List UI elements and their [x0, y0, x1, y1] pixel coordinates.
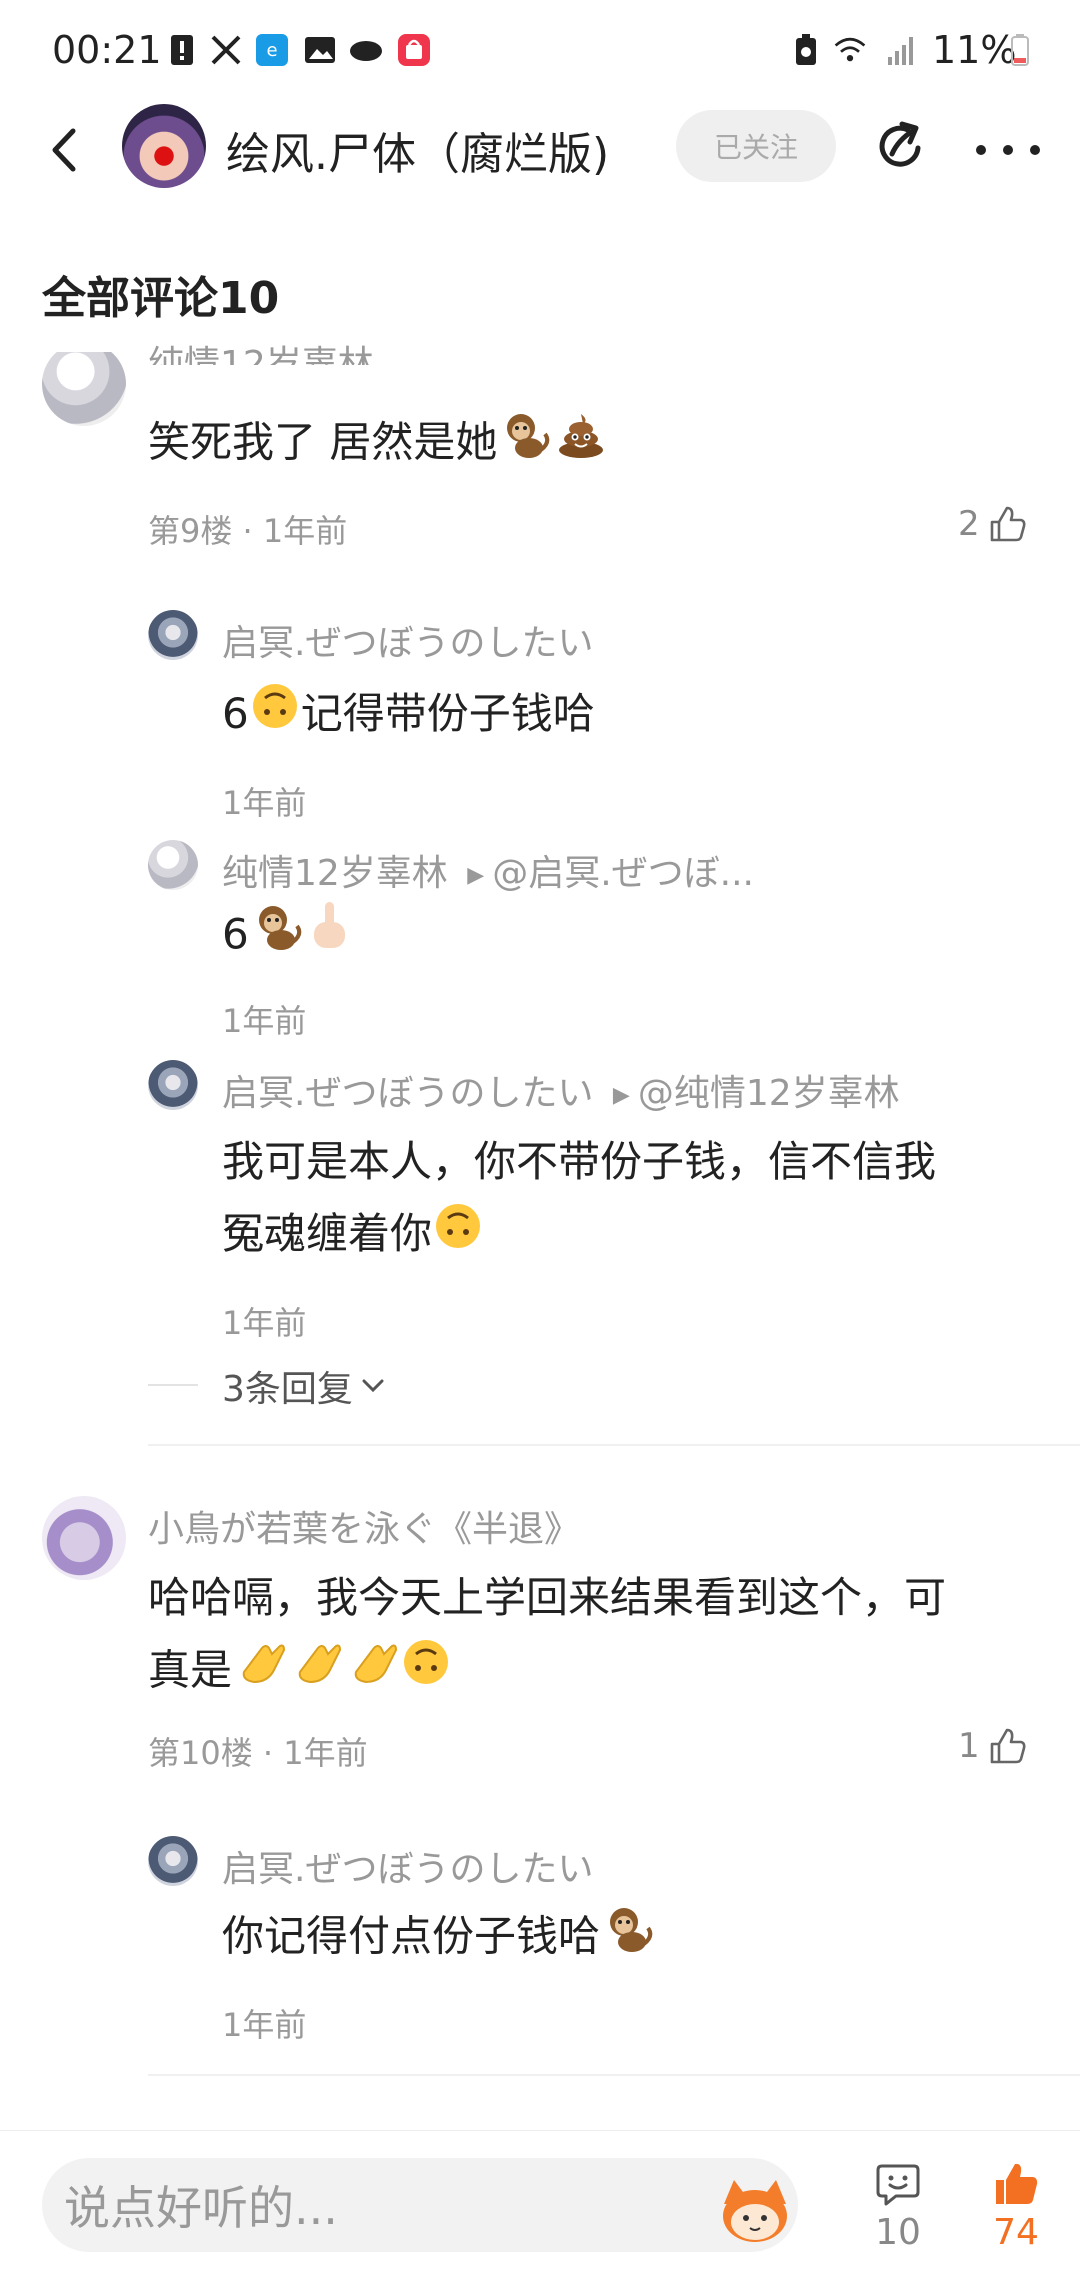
reply-content-line2: 冤魂缠着你	[222, 1198, 484, 1274]
battery-icon	[1008, 32, 1032, 68]
alert-icon	[164, 32, 200, 68]
comment-divider	[148, 1444, 1080, 1446]
share-icon	[879, 121, 921, 167]
reply-time: 1年前	[222, 1304, 307, 1342]
reply-text: 记得带份子钱哈	[300, 689, 595, 738]
dot-icon	[976, 145, 986, 155]
app-notification-icon: e	[254, 32, 290, 68]
comment-meta: 第10楼 · 1年前	[148, 1734, 368, 1772]
reply-author[interactable]: 启冥.ぜつぼうのしたい	[222, 1840, 593, 1892]
like-post-button[interactable]: 74	[980, 2160, 1052, 2268]
thumbs-up-icon	[990, 506, 1026, 542]
back-button[interactable]	[36, 118, 92, 182]
reply-avatar[interactable]	[148, 840, 198, 890]
chevron-down-icon	[362, 1379, 384, 1393]
shopping-bag-icon	[396, 32, 432, 68]
more-replies-label: 3条回复	[222, 1369, 353, 1410]
svg-text:e: e	[266, 40, 277, 61]
dot-icon	[1003, 145, 1013, 155]
reply-text: 6	[222, 909, 249, 959]
reply-author-line: 启冥.ぜつぼうのしたい ▶ @纯情12岁辜林	[222, 1064, 900, 1116]
comment-text: 笑死我了 居然是她	[148, 417, 498, 467]
author-avatar[interactable]	[122, 104, 206, 188]
more-options-button[interactable]	[976, 130, 1040, 170]
more-replies-button[interactable]: 3条回复	[222, 1360, 385, 1412]
reply-author[interactable]: 纯情12岁辜林	[222, 853, 448, 894]
comment-content-line2: 真是	[148, 1634, 452, 1712]
reply-content: 6 记得带份子钱哈	[222, 678, 595, 754]
monkey-emoji-icon	[600, 1900, 656, 1978]
reply-time: 1年前	[222, 784, 307, 822]
thumbs-up-icon	[990, 1728, 1026, 1764]
comments-button[interactable]: 10	[862, 2160, 934, 2268]
comment-content: 笑死我了 居然是她	[148, 406, 609, 484]
call-me-hand-emoji-icon	[344, 1634, 400, 1712]
comment-input[interactable]: 说点好听的...	[42, 2158, 798, 2252]
like-count: 74	[993, 2212, 1039, 2253]
middle-finger-emoji-icon	[305, 898, 353, 976]
call-me-hand-emoji-icon	[288, 1634, 344, 1712]
like-count: 2	[958, 504, 980, 544]
poop-emoji-icon	[553, 406, 609, 484]
battery-saver-icon	[788, 32, 824, 68]
like-count: 1	[958, 1726, 980, 1766]
comment-bubble-icon	[876, 2164, 920, 2206]
reply-arrow-icon: ▶	[467, 862, 485, 888]
wifi-icon	[832, 32, 868, 68]
back-arrow-icon	[52, 128, 76, 172]
signal-icon	[884, 32, 920, 68]
comment-divider	[148, 2074, 1080, 2076]
thumbs-up-filled-icon	[996, 2163, 1038, 2204]
comments-section-title: 全部评论10	[42, 273, 280, 324]
comment-text: 真是	[148, 1645, 233, 1695]
reply-avatar[interactable]	[148, 610, 198, 660]
monkey-emoji-icon	[249, 898, 305, 976]
comment-meta: 第9楼 · 1年前	[148, 512, 348, 550]
reply-mention[interactable]: @纯情12岁辜林	[638, 1073, 900, 1114]
dot-icon	[1030, 145, 1040, 155]
like-button[interactable]: 1	[958, 1726, 1028, 1766]
tools-icon	[208, 32, 244, 68]
commenter-avatar[interactable]	[42, 1496, 126, 1580]
reply-content-line1: 我可是本人，你不带份子钱，信不信我	[222, 1137, 937, 1186]
reply-avatar[interactable]	[148, 1836, 198, 1886]
comment-author[interactable]: 小鳥が若葉を泳ぐ《半退》	[148, 1500, 580, 1552]
upside-down-face-emoji-icon	[249, 680, 301, 754]
like-button[interactable]: 2	[958, 504, 1028, 544]
reply-content: 6	[222, 898, 353, 976]
gallery-icon	[302, 32, 338, 68]
comment-count: 10	[875, 2212, 921, 2253]
reply-avatar[interactable]	[148, 1060, 198, 1110]
reply-content: 你记得付点份子钱哈	[222, 1900, 656, 1978]
share-button[interactable]	[872, 118, 930, 176]
reply-time: 1年前	[222, 1002, 307, 1040]
divider	[148, 1384, 198, 1386]
reply-arrow-icon: ▶	[612, 1082, 630, 1108]
cloud-icon	[348, 32, 384, 68]
follow-button[interactable]: 已关注	[676, 110, 836, 182]
upside-down-face-emoji-icon	[400, 1636, 452, 1710]
battery-percent: 11%	[932, 28, 1017, 72]
upside-down-face-emoji-icon	[432, 1200, 484, 1274]
reply-time: 1年前	[222, 2006, 307, 2044]
clip-area: 纯情12岁辜林	[0, 345, 1080, 365]
reply-text: 冤魂缠着你	[222, 1209, 433, 1258]
reply-author-line: 纯情12岁辜林 ▶ @启冥.ぜつぼ...	[222, 844, 754, 896]
reply-mention[interactable]: @启冥.ぜつぼ...	[492, 853, 754, 894]
status-time: 00:21	[52, 28, 162, 72]
reply-author[interactable]: 启冥.ぜつぼうのしたい	[222, 1073, 593, 1114]
reply-text: 6	[222, 689, 249, 738]
monkey-emoji-icon	[497, 406, 553, 484]
commenter-avatar[interactable]	[42, 352, 126, 426]
author-name[interactable]: 绘风.尸体（腐烂版)	[226, 118, 609, 182]
reply-author[interactable]: 启冥.ぜつぼうのしたい	[222, 614, 593, 666]
emoji-picker-icon[interactable]	[716, 2174, 794, 2246]
comment-content-line1: 哈哈嗝，我今天上学回来结果看到这个，可	[148, 1573, 947, 1622]
comment-author[interactable]: 纯情12岁辜林	[148, 345, 374, 365]
call-me-hand-emoji-icon	[232, 1634, 288, 1712]
reply-text: 你记得付点份子钱哈	[222, 1911, 601, 1961]
